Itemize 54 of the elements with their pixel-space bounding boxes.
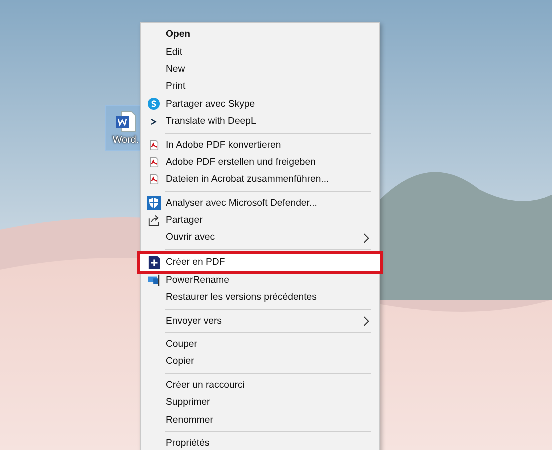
menu-item[interactable]: Adobe PDF erstellen und freigeben bbox=[142, 154, 378, 172]
rename-icon bbox=[148, 274, 160, 287]
menu-item[interactable]: Ouvrir avec bbox=[142, 229, 378, 247]
menu-label: Créer un raccourci bbox=[166, 380, 245, 391]
menu-item[interactable]: Renommer bbox=[142, 411, 378, 429]
chevron-right-icon bbox=[363, 232, 370, 244]
menu-label: Créer en PDF bbox=[166, 256, 226, 268]
menu-label: Dateien in Acrobat zusammenführen... bbox=[166, 174, 330, 186]
menu-label: Analyser avec Microsoft Defender... bbox=[166, 198, 318, 209]
pdf-file-icon bbox=[148, 156, 160, 168]
menu-label: Envoyer vers bbox=[166, 316, 222, 327]
pdf-file-icon bbox=[148, 174, 160, 186]
shield-icon bbox=[147, 196, 161, 210]
menu-item[interactable]: Open bbox=[142, 26, 378, 44]
menu-label: Propriétés bbox=[166, 438, 210, 449]
menu-label: Partager bbox=[166, 215, 203, 226]
file-name: Word. bbox=[112, 135, 140, 146]
document-icon bbox=[114, 110, 138, 134]
menu-item[interactable]: Envoyer vers bbox=[142, 312, 378, 330]
menu-label: In Adobe PDF konvertieren bbox=[166, 140, 282, 151]
plus-document-icon bbox=[148, 256, 160, 269]
menu-item[interactable]: Edit bbox=[142, 43, 378, 61]
menu-item[interactable]: Dateien in Acrobat zusammenführen... bbox=[142, 171, 378, 189]
menu-item[interactable]: Restaurer les versions précédentes bbox=[142, 289, 378, 306]
menu-label: Renommer bbox=[166, 414, 214, 426]
menu-label: Translate with DeepL bbox=[166, 116, 256, 128]
menu-item[interactable]: Créer en PDF bbox=[139, 252, 381, 272]
menu-label: Print bbox=[166, 81, 186, 92]
menu-item[interactable]: Créer un raccourci bbox=[142, 376, 378, 394]
menu-label: Partager avec Skype bbox=[166, 98, 256, 110]
menu-label: Restaurer les versions précédentes bbox=[166, 292, 317, 304]
menu-label: Edit bbox=[166, 46, 183, 58]
menu-item[interactable]: Partager bbox=[142, 212, 378, 230]
menu-item[interactable]: Couper bbox=[142, 336, 378, 354]
menu-label: Couper bbox=[166, 339, 198, 350]
menu-label: Copier bbox=[166, 356, 194, 368]
menu-item[interactable]: New bbox=[142, 60, 378, 78]
menu-item[interactable]: Supprimer bbox=[142, 394, 378, 412]
chevron-right-icon bbox=[363, 316, 370, 327]
menu-label: PowerRename bbox=[166, 274, 230, 286]
menu-label: Ouvrir avec bbox=[166, 232, 216, 244]
share-icon bbox=[148, 214, 160, 228]
menu-item[interactable]: Analyser avec Microsoft Defender... bbox=[142, 194, 378, 212]
menu-item[interactable]: Copier bbox=[142, 353, 378, 371]
menu-label: New bbox=[166, 64, 186, 75]
menu-label: Supprimer bbox=[166, 397, 210, 408]
pdf-file-icon bbox=[148, 140, 160, 151]
menu-item[interactable]: Print bbox=[142, 78, 378, 96]
chevron-icon bbox=[149, 116, 159, 127]
menu-label: Adobe PDF erstellen und freigeben bbox=[166, 156, 316, 168]
menu-item[interactable]: PowerRename bbox=[142, 272, 378, 290]
menu-label: Open bbox=[166, 29, 191, 40]
skype-icon bbox=[148, 98, 160, 110]
menu-item[interactable]: Propriétés bbox=[142, 434, 378, 450]
